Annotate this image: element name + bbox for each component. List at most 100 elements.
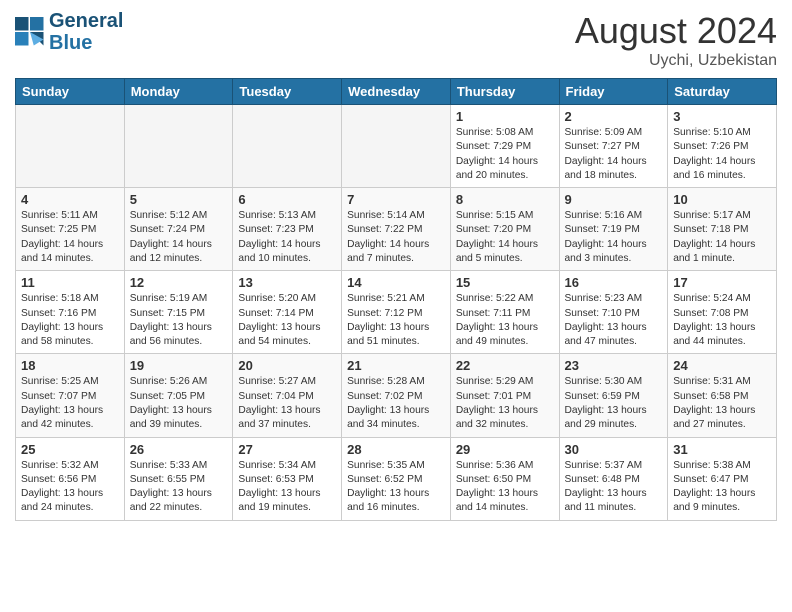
weekday-header-row: SundayMondayTuesdayWednesdayThursdayFrid… xyxy=(16,79,777,105)
calendar-table: SundayMondayTuesdayWednesdayThursdayFrid… xyxy=(15,78,777,521)
weekday-header-thursday: Thursday xyxy=(450,79,559,105)
weekday-header-wednesday: Wednesday xyxy=(342,79,451,105)
day-number: 31 xyxy=(673,442,771,457)
day-info: Sunrise: 5:32 AM Sunset: 6:56 PM Dayligh… xyxy=(21,459,119,516)
week-row-3: 11 Sunrise: 5:18 AM Sunset: 7:16 PM Dayli… xyxy=(16,271,777,354)
weekday-header-tuesday: Tuesday xyxy=(233,79,342,105)
calendar-cell: 1 Sunrise: 5:08 AM Sunset: 7:29 PM Daylig… xyxy=(450,105,559,188)
calendar-cell: 23 Sunrise: 5:30 AM Sunset: 6:59 PM Dayli… xyxy=(559,354,668,437)
calendar-cell xyxy=(233,105,342,188)
weekday-header-saturday: Saturday xyxy=(668,79,777,105)
calendar-cell xyxy=(16,105,125,188)
day-number: 15 xyxy=(456,275,554,290)
day-info: Sunrise: 5:31 AM Sunset: 6:58 PM Dayligh… xyxy=(673,375,771,432)
day-number: 1 xyxy=(456,109,554,124)
week-row-4: 18 Sunrise: 5:25 AM Sunset: 7:07 PM Dayli… xyxy=(16,354,777,437)
day-number: 19 xyxy=(130,358,228,373)
day-info: Sunrise: 5:12 AM Sunset: 7:24 PM Dayligh… xyxy=(130,209,228,266)
day-info: Sunrise: 5:08 AM Sunset: 7:29 PM Dayligh… xyxy=(456,126,554,183)
day-info: Sunrise: 5:18 AM Sunset: 7:16 PM Dayligh… xyxy=(21,292,119,349)
day-number: 22 xyxy=(456,358,554,373)
day-number: 8 xyxy=(456,192,554,207)
day-number: 9 xyxy=(565,192,663,207)
calendar-cell: 2 Sunrise: 5:09 AM Sunset: 7:27 PM Daylig… xyxy=(559,105,668,188)
day-number: 30 xyxy=(565,442,663,457)
day-info: Sunrise: 5:09 AM Sunset: 7:27 PM Dayligh… xyxy=(565,126,663,183)
day-number: 5 xyxy=(130,192,228,207)
day-info: Sunrise: 5:33 AM Sunset: 6:55 PM Dayligh… xyxy=(130,459,228,516)
day-number: 7 xyxy=(347,192,445,207)
day-number: 11 xyxy=(21,275,119,290)
day-number: 24 xyxy=(673,358,771,373)
logo-icon xyxy=(15,17,45,47)
day-info: Sunrise: 5:24 AM Sunset: 7:08 PM Dayligh… xyxy=(673,292,771,349)
day-info: Sunrise: 5:17 AM Sunset: 7:18 PM Dayligh… xyxy=(673,209,771,266)
calendar-cell: 10 Sunrise: 5:17 AM Sunset: 7:18 PM Dayli… xyxy=(668,188,777,271)
calendar-cell: 26 Sunrise: 5:33 AM Sunset: 6:55 PM Dayli… xyxy=(124,437,233,520)
calendar-cell: 13 Sunrise: 5:20 AM Sunset: 7:14 PM Dayli… xyxy=(233,271,342,354)
day-info: Sunrise: 5:11 AM Sunset: 7:25 PM Dayligh… xyxy=(21,209,119,266)
calendar-cell: 17Sunrise: 5:24 AM Sunset: 7:08 PM Dayli… xyxy=(668,271,777,354)
calendar-cell: 7 Sunrise: 5:14 AM Sunset: 7:22 PM Daylig… xyxy=(342,188,451,271)
day-info: Sunrise: 5:13 AM Sunset: 7:23 PM Dayligh… xyxy=(238,209,336,266)
day-number: 2 xyxy=(565,109,663,124)
day-info: Sunrise: 5:22 AM Sunset: 7:11 PM Dayligh… xyxy=(456,292,554,349)
calendar-cell: 15 Sunrise: 5:22 AM Sunset: 7:11 PM Dayli… xyxy=(450,271,559,354)
day-number: 3 xyxy=(673,109,771,124)
day-info: Sunrise: 5:26 AM Sunset: 7:05 PM Dayligh… xyxy=(130,375,228,432)
day-info: Sunrise: 5:36 AM Sunset: 6:50 PM Dayligh… xyxy=(456,459,554,516)
day-info: Sunrise: 5:35 AM Sunset: 6:52 PM Dayligh… xyxy=(347,459,445,516)
day-number: 23 xyxy=(565,358,663,373)
day-info: Sunrise: 5:29 AM Sunset: 7:01 PM Dayligh… xyxy=(456,375,554,432)
page-header: General Blue August 2024 Uychi, Uzbekist… xyxy=(15,10,777,70)
day-number: 29 xyxy=(456,442,554,457)
logo-subtext: Blue xyxy=(49,32,123,54)
weekday-header-monday: Monday xyxy=(124,79,233,105)
calendar-cell: 4Sunrise: 5:11 AM Sunset: 7:25 PM Daylig… xyxy=(16,188,125,271)
day-info: Sunrise: 5:37 AM Sunset: 6:48 PM Dayligh… xyxy=(565,459,663,516)
day-info: Sunrise: 5:23 AM Sunset: 7:10 PM Dayligh… xyxy=(565,292,663,349)
day-info: Sunrise: 5:16 AM Sunset: 7:19 PM Dayligh… xyxy=(565,209,663,266)
day-number: 28 xyxy=(347,442,445,457)
calendar-cell: 9 Sunrise: 5:16 AM Sunset: 7:19 PM Daylig… xyxy=(559,188,668,271)
calendar-cell: 12 Sunrise: 5:19 AM Sunset: 7:15 PM Dayli… xyxy=(124,271,233,354)
day-number: 16 xyxy=(565,275,663,290)
day-info: Sunrise: 5:30 AM Sunset: 6:59 PM Dayligh… xyxy=(565,375,663,432)
day-number: 6 xyxy=(238,192,336,207)
day-info: Sunrise: 5:25 AM Sunset: 7:07 PM Dayligh… xyxy=(21,375,119,432)
week-row-1: 1 Sunrise: 5:08 AM Sunset: 7:29 PM Daylig… xyxy=(16,105,777,188)
day-number: 27 xyxy=(238,442,336,457)
calendar-cell: 20Sunrise: 5:27 AM Sunset: 7:04 PM Dayli… xyxy=(233,354,342,437)
day-info: Sunrise: 5:21 AM Sunset: 7:12 PM Dayligh… xyxy=(347,292,445,349)
day-number: 26 xyxy=(130,442,228,457)
day-number: 13 xyxy=(238,275,336,290)
day-info: Sunrise: 5:38 AM Sunset: 6:47 PM Dayligh… xyxy=(673,459,771,516)
calendar-cell: 27 Sunrise: 5:34 AM Sunset: 6:53 PM Dayli… xyxy=(233,437,342,520)
day-number: 18 xyxy=(21,358,119,373)
calendar-page: General Blue August 2024 Uychi, Uzbekist… xyxy=(0,0,792,531)
day-number: 12 xyxy=(130,275,228,290)
day-info: Sunrise: 5:19 AM Sunset: 7:15 PM Dayligh… xyxy=(130,292,228,349)
calendar-cell: 3Sunrise: 5:10 AM Sunset: 7:26 PM Daylig… xyxy=(668,105,777,188)
weekday-header-friday: Friday xyxy=(559,79,668,105)
day-number: 21 xyxy=(347,358,445,373)
day-number: 25 xyxy=(21,442,119,457)
calendar-cell xyxy=(342,105,451,188)
logo-text: General xyxy=(49,10,123,32)
calendar-cell: 16 Sunrise: 5:23 AM Sunset: 7:10 PM Dayli… xyxy=(559,271,668,354)
day-number: 14 xyxy=(347,275,445,290)
calendar-cell: 18 Sunrise: 5:25 AM Sunset: 7:07 PM Dayli… xyxy=(16,354,125,437)
week-row-2: 4Sunrise: 5:11 AM Sunset: 7:25 PM Daylig… xyxy=(16,188,777,271)
calendar-cell: 11 Sunrise: 5:18 AM Sunset: 7:16 PM Dayli… xyxy=(16,271,125,354)
calendar-cell: 21Sunrise: 5:28 AM Sunset: 7:02 PM Dayli… xyxy=(342,354,451,437)
day-number: 10 xyxy=(673,192,771,207)
calendar-cell: 19 Sunrise: 5:26 AM Sunset: 7:05 PM Dayli… xyxy=(124,354,233,437)
day-number: 20 xyxy=(238,358,336,373)
calendar-cell: 24 Sunrise: 5:31 AM Sunset: 6:58 PM Dayli… xyxy=(668,354,777,437)
day-info: Sunrise: 5:20 AM Sunset: 7:14 PM Dayligh… xyxy=(238,292,336,349)
logo: General Blue xyxy=(15,10,123,54)
calendar-cell: 6 Sunrise: 5:13 AM Sunset: 7:23 PM Daylig… xyxy=(233,188,342,271)
week-row-5: 25 Sunrise: 5:32 AM Sunset: 6:56 PM Dayli… xyxy=(16,437,777,520)
day-info: Sunrise: 5:34 AM Sunset: 6:53 PM Dayligh… xyxy=(238,459,336,516)
day-info: Sunrise: 5:14 AM Sunset: 7:22 PM Dayligh… xyxy=(347,209,445,266)
